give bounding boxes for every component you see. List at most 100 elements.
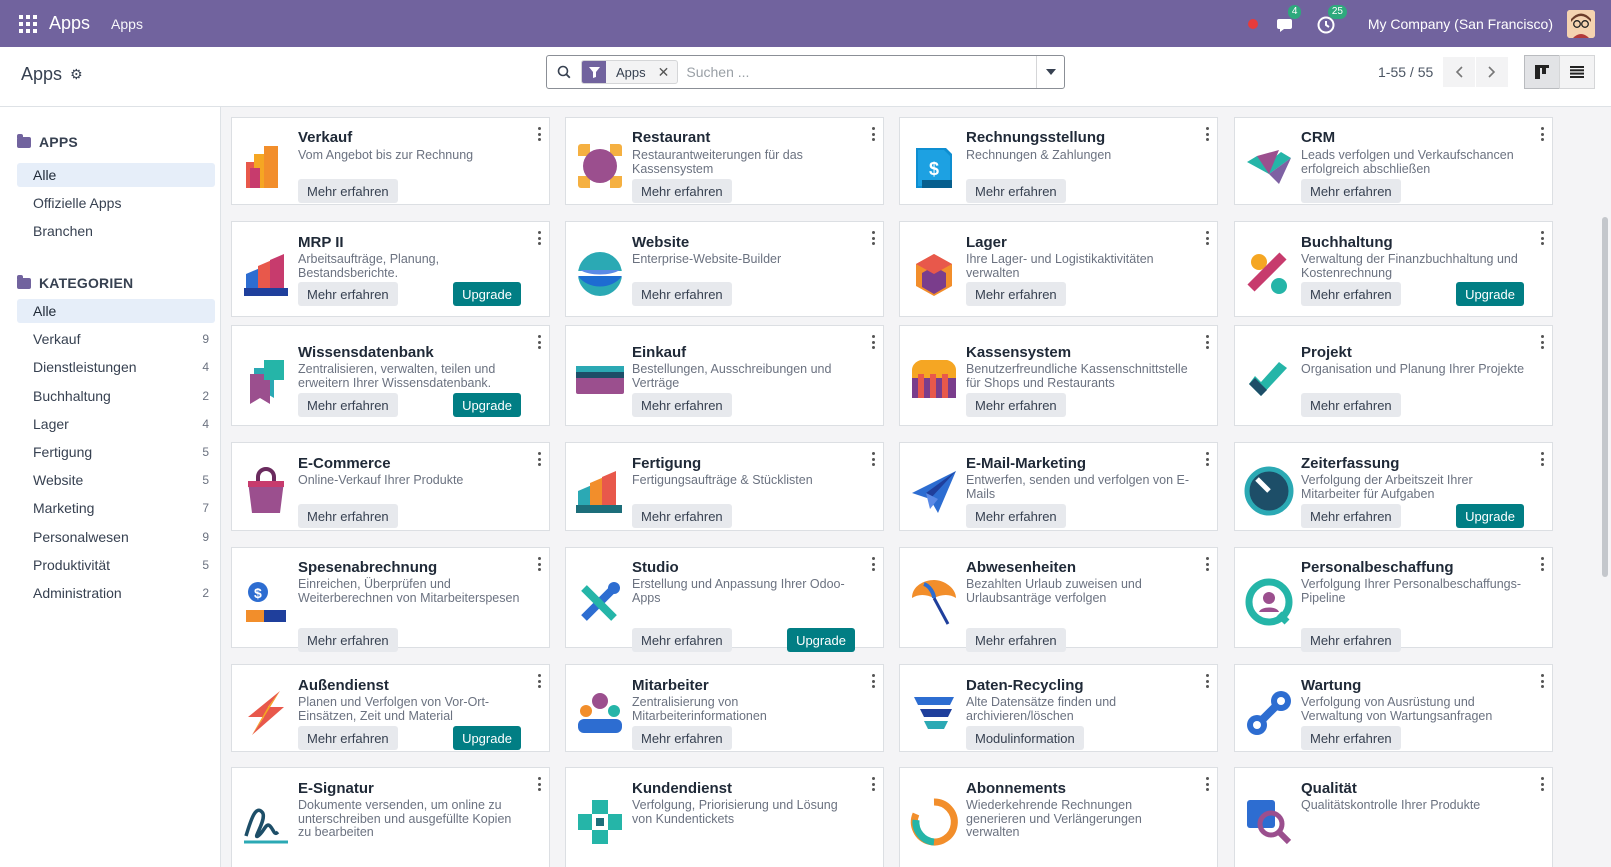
- kebab-menu-icon[interactable]: [871, 335, 875, 349]
- app-card[interactable]: Qualität Qualitätskontrolle Ihrer Produkt…: [1234, 767, 1553, 867]
- list-view-button[interactable]: [1559, 55, 1595, 89]
- apps-grid-icon[interactable]: [19, 14, 37, 33]
- kebab-menu-icon[interactable]: [1205, 557, 1209, 571]
- app-card[interactable]: Zeiterfassung Verfolgung der Arbeitszeit …: [1234, 442, 1553, 531]
- app-card[interactable]: Abonnements Wiederkehrende Rechnungen gen…: [899, 767, 1218, 867]
- learn-more-button[interactable]: Mehr erfahren: [632, 504, 732, 528]
- kebab-menu-icon[interactable]: [1205, 777, 1209, 791]
- learn-more-button[interactable]: Mehr erfahren: [966, 628, 1066, 652]
- app-card[interactable]: Fertigung Fertigungsaufträge & Stückliste…: [565, 442, 884, 531]
- app-card[interactable]: Studio Erstellung und Anpassung Ihrer Odo…: [565, 547, 884, 652]
- learn-more-button[interactable]: Mehr erfahren: [1301, 393, 1401, 417]
- sidebar-category-item[interactable]: Website 5: [17, 468, 215, 492]
- kebab-menu-icon[interactable]: [871, 557, 875, 571]
- sidebar-category-item[interactable]: Verkauf 9: [17, 327, 215, 351]
- app-card[interactable]: Verkauf Vom Angebot bis zur Rechnung Mehr …: [231, 117, 550, 205]
- learn-more-button[interactable]: Mehr erfahren: [632, 628, 732, 652]
- navbar-app-title[interactable]: Apps: [49, 13, 90, 34]
- learn-more-button[interactable]: Mehr erfahren: [632, 179, 732, 203]
- learn-more-button[interactable]: Mehr erfahren: [298, 504, 398, 528]
- learn-more-button[interactable]: Mehr erfahren: [1301, 504, 1401, 528]
- search-input[interactable]: [678, 56, 1036, 88]
- scrollbar[interactable]: [1602, 217, 1608, 577]
- kebab-menu-icon[interactable]: [1540, 335, 1544, 349]
- app-card[interactable]: Außendienst Planen und Verfolgen von Vor-…: [231, 664, 550, 752]
- facet-remove-icon[interactable]: ✕: [654, 61, 678, 83]
- app-card[interactable]: E-Signatur Dokumente versenden, um online…: [231, 767, 550, 867]
- learn-more-button[interactable]: Mehr erfahren: [1301, 282, 1401, 306]
- app-card[interactable]: E-Commerce Online-Verkauf Ihrer Produkte M…: [231, 442, 550, 531]
- app-card[interactable]: Wartung Verfolgung von Ausrüstung und Ver…: [1234, 664, 1553, 752]
- kebab-menu-icon[interactable]: [537, 777, 541, 791]
- company-switcher[interactable]: My Company (San Francisco): [1368, 16, 1553, 32]
- upgrade-button[interactable]: Upgrade: [787, 628, 855, 652]
- sidebar-apps-item-alle[interactable]: Alle: [17, 163, 215, 187]
- gear-icon[interactable]: ⚙: [70, 66, 83, 83]
- kebab-menu-icon[interactable]: [1205, 674, 1209, 688]
- learn-more-button[interactable]: Mehr erfahren: [966, 282, 1066, 306]
- learn-more-button[interactable]: Mehr erfahren: [632, 282, 732, 306]
- kanban-view-button[interactable]: [1524, 55, 1560, 89]
- app-card[interactable]: Abwesenheiten Bezahlten Urlaub zuweisen u…: [899, 547, 1218, 652]
- sidebar-category-item[interactable]: Produktivität 5: [17, 553, 215, 577]
- kebab-menu-icon[interactable]: [871, 674, 875, 688]
- kebab-menu-icon[interactable]: [871, 231, 875, 245]
- search-icon[interactable]: [547, 65, 581, 79]
- app-card[interactable]: Kassensystem Benutzerfreundliche Kassensc…: [899, 325, 1218, 426]
- app-card[interactable]: Einkauf Bestellungen, Ausschreibungen und…: [565, 325, 884, 426]
- app-card[interactable]: CRM Leads verfolgen und Verkaufschancen e…: [1234, 117, 1553, 205]
- kebab-menu-icon[interactable]: [1540, 557, 1544, 571]
- pager-value[interactable]: 1-55 / 55: [1378, 64, 1433, 80]
- navbar-menu-apps[interactable]: Apps: [111, 16, 143, 32]
- app-card[interactable]: Restaurant Restaurantweiterungen für das …: [565, 117, 884, 205]
- app-card[interactable]: $ Spesenabrechnung Einreichen, Überprüfen …: [231, 547, 550, 652]
- app-card[interactable]: Lager Ihre Lager- und Logistikaktivitäten…: [899, 221, 1218, 317]
- kebab-menu-icon[interactable]: [537, 674, 541, 688]
- learn-more-button[interactable]: Mehr erfahren: [1301, 179, 1401, 203]
- app-card[interactable]: Projekt Organisation und Planung Ihrer Pr…: [1234, 325, 1553, 426]
- user-avatar[interactable]: [1567, 9, 1595, 38]
- kebab-menu-icon[interactable]: [537, 335, 541, 349]
- recording-dot-icon[interactable]: [1247, 18, 1258, 29]
- learn-more-button[interactable]: Mehr erfahren: [298, 628, 398, 652]
- learn-more-button[interactable]: Mehr erfahren: [632, 726, 732, 750]
- upgrade-button[interactable]: Upgrade: [1456, 282, 1524, 306]
- kebab-menu-icon[interactable]: [1540, 777, 1544, 791]
- sidebar-apps-item-industries[interactable]: Branchen: [17, 219, 215, 243]
- sidebar-category-item[interactable]: Fertigung 5: [17, 440, 215, 464]
- learn-more-button[interactable]: Mehr erfahren: [966, 393, 1066, 417]
- kebab-menu-icon[interactable]: [1540, 127, 1544, 141]
- kebab-menu-icon[interactable]: [537, 557, 541, 571]
- sidebar-apps-item-official[interactable]: Offizielle Apps: [17, 191, 215, 215]
- app-card[interactable]: $ Rechnungsstellung Rechnungen & Zahlungen…: [899, 117, 1218, 205]
- app-card[interactable]: MRP II Arbeitsaufträge, Planung, Bestands…: [231, 221, 550, 317]
- app-card[interactable]: Buchhaltung Verwaltung der Finanzbuchhalt…: [1234, 221, 1553, 317]
- module-info-button[interactable]: Modulinformation: [966, 726, 1084, 750]
- app-card[interactable]: Mitarbeiter Zentralisierung von Mitarbeit…: [565, 664, 884, 752]
- app-card[interactable]: Wissensdatenbank Zentralisieren, verwalte…: [231, 325, 550, 426]
- kebab-menu-icon[interactable]: [1540, 231, 1544, 245]
- app-card[interactable]: E-Mail-Marketing Entwerfen, senden und ve…: [899, 442, 1218, 531]
- kebab-menu-icon[interactable]: [537, 127, 541, 141]
- app-card[interactable]: Website Enterprise-Website-Builder Mehr er…: [565, 221, 884, 317]
- app-card[interactable]: Daten-Recycling Alte Datensätze finden un…: [899, 664, 1218, 752]
- pager-next-button[interactable]: [1476, 57, 1508, 87]
- app-card[interactable]: Kundendienst Verfolgung, Priorisierung un…: [565, 767, 884, 867]
- learn-more-button[interactable]: Mehr erfahren: [1301, 726, 1401, 750]
- sidebar-category-item[interactable]: Buchhaltung 2: [17, 384, 215, 408]
- sidebar-category-item[interactable]: Marketing 7: [17, 496, 215, 520]
- kebab-menu-icon[interactable]: [1205, 335, 1209, 349]
- kebab-menu-icon[interactable]: [871, 452, 875, 466]
- kebab-menu-icon[interactable]: [537, 452, 541, 466]
- sidebar-category-item[interactable]: Alle: [17, 299, 215, 323]
- learn-more-button[interactable]: Mehr erfahren: [966, 504, 1066, 528]
- messages-button[interactable]: 4: [1276, 4, 1302, 35]
- kebab-menu-icon[interactable]: [871, 777, 875, 791]
- upgrade-button[interactable]: Upgrade: [453, 393, 521, 417]
- sidebar-category-item[interactable]: Personalwesen 9: [17, 525, 215, 549]
- app-card[interactable]: Personalbeschaffung Verfolgung Ihrer Pers…: [1234, 547, 1553, 652]
- kebab-menu-icon[interactable]: [871, 127, 875, 141]
- pager-previous-button[interactable]: [1443, 57, 1475, 87]
- kebab-menu-icon[interactable]: [1205, 452, 1209, 466]
- upgrade-button[interactable]: Upgrade: [453, 282, 521, 306]
